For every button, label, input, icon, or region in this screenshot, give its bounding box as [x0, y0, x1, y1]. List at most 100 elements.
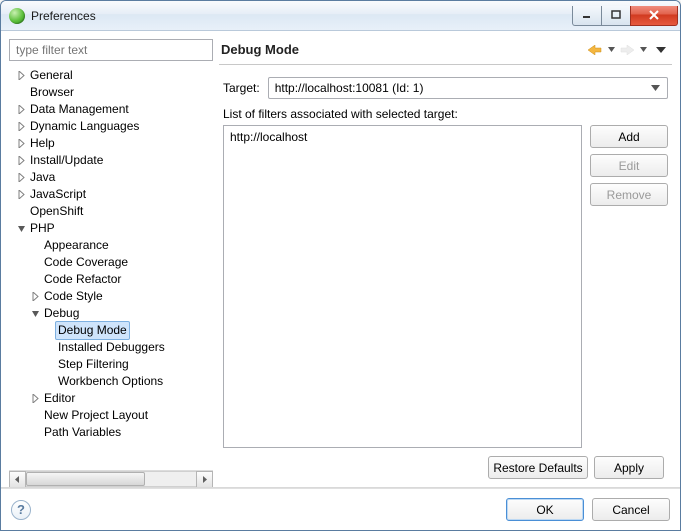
preferences-tree[interactable]: GeneralBrowserData ManagementDynamic Lan…: [9, 65, 213, 470]
minimize-button[interactable]: [572, 6, 602, 26]
tree-item[interactable]: Code Refactor: [9, 271, 213, 288]
tree-item-label: Dynamic Languages: [27, 118, 142, 135]
tree-item-label: Appearance: [41, 237, 112, 254]
filter-input[interactable]: [9, 39, 213, 61]
tree-item-label: Install/Update: [27, 152, 106, 169]
tree-item[interactable]: Appearance: [9, 237, 213, 254]
tree-item[interactable]: Install/Update: [9, 152, 213, 169]
tree-item[interactable]: PHP: [9, 220, 213, 237]
tree-item[interactable]: OpenShift: [9, 203, 213, 220]
edit-button[interactable]: Edit: [590, 154, 668, 177]
tree-item-label: OpenShift: [27, 203, 86, 220]
cancel-button[interactable]: Cancel: [592, 498, 670, 521]
tree-item[interactable]: Workbench Options: [9, 373, 213, 390]
tree-item-label: Code Style: [41, 288, 106, 305]
tree-item-label: Path Variables: [41, 424, 124, 441]
tree-item-label: New Project Layout: [41, 407, 151, 424]
scroll-right-button[interactable]: [196, 471, 213, 487]
tree-hscrollbar[interactable]: [9, 470, 213, 487]
remove-button[interactable]: Remove: [590, 183, 668, 206]
filters-zone: http://localhost Add Edit Remove: [223, 125, 668, 448]
tree-item[interactable]: Code Coverage: [9, 254, 213, 271]
left-pane: GeneralBrowserData ManagementDynamic Lan…: [9, 39, 213, 487]
back-icon[interactable]: [588, 43, 602, 57]
scroll-track[interactable]: [26, 471, 196, 487]
target-value: http://localhost:10081 (Id: 1): [275, 81, 424, 95]
page-header: Debug Mode: [219, 39, 672, 65]
tree-item-label: Debug Mode: [55, 321, 130, 340]
tree-item[interactable]: Browser: [9, 84, 213, 101]
view-menu-icon[interactable]: [654, 43, 668, 57]
twisty-open-icon[interactable]: [29, 308, 41, 320]
tree-item[interactable]: Debug Mode: [9, 322, 213, 339]
twisty-closed-icon[interactable]: [15, 104, 27, 116]
twisty-open-icon[interactable]: [15, 223, 27, 235]
twisty-closed-icon[interactable]: [15, 70, 27, 82]
twisty-closed-icon[interactable]: [15, 189, 27, 201]
twisty-closed-icon[interactable]: [15, 138, 27, 150]
tree-item-label: Workbench Options: [55, 373, 166, 390]
window-controls: [573, 6, 678, 26]
tree-item-label: Browser: [27, 84, 77, 101]
tree-item[interactable]: Installed Debuggers: [9, 339, 213, 356]
page-title: Debug Mode: [221, 42, 299, 57]
restore-defaults-button[interactable]: Restore Defaults: [488, 456, 588, 479]
tree-item[interactable]: General: [9, 67, 213, 84]
app-icon: [9, 8, 25, 24]
tree-item-label: Installed Debuggers: [55, 339, 168, 356]
twisty-closed-icon[interactable]: [15, 155, 27, 167]
tree-item[interactable]: Step Filtering: [9, 356, 213, 373]
forward-icon[interactable]: [620, 43, 634, 57]
chevron-down-icon: [647, 85, 663, 91]
tree-item[interactable]: Path Variables: [9, 424, 213, 441]
filters-buttons: Add Edit Remove: [590, 125, 668, 448]
tree-item-label: Code Coverage: [41, 254, 131, 271]
tree-item[interactable]: JavaScript: [9, 186, 213, 203]
tree-item[interactable]: Code Style: [9, 288, 213, 305]
target-label: Target:: [223, 81, 260, 95]
tree-item[interactable]: Java: [9, 169, 213, 186]
scroll-left-button[interactable]: [9, 471, 26, 487]
add-button[interactable]: Add: [590, 125, 668, 148]
filters-list[interactable]: http://localhost: [223, 125, 582, 448]
nav-arrows: [588, 43, 650, 57]
list-item[interactable]: http://localhost: [230, 130, 575, 146]
tree-item[interactable]: Help: [9, 135, 213, 152]
maximize-button[interactable]: [601, 6, 631, 26]
tree-item-label: General: [27, 67, 76, 84]
filters-label: List of filters associated with selected…: [223, 107, 668, 121]
twisty-closed-icon[interactable]: [15, 172, 27, 184]
back-dropdown-icon[interactable]: [604, 43, 618, 57]
page-footer-buttons: Restore Defaults Apply: [223, 448, 668, 487]
dialog-footer: ? OK Cancel: [1, 488, 680, 530]
apply-button[interactable]: Apply: [594, 456, 664, 479]
window-title: Preferences: [31, 9, 96, 23]
ok-button[interactable]: OK: [506, 498, 584, 521]
tree-item-label: Debug: [41, 305, 82, 322]
twisty-closed-icon[interactable]: [15, 121, 27, 133]
tree-item[interactable]: Debug: [9, 305, 213, 322]
tree-item-label: Step Filtering: [55, 356, 132, 373]
tree-item-label: Help: [27, 135, 58, 152]
target-select[interactable]: http://localhost:10081 (Id: 1): [268, 77, 668, 99]
form-area: Target: http://localhost:10081 (Id: 1) L…: [219, 65, 672, 487]
tree-item-label: Code Refactor: [41, 271, 124, 288]
target-row: Target: http://localhost:10081 (Id: 1): [223, 77, 668, 99]
close-button[interactable]: [630, 6, 678, 26]
tree-container: GeneralBrowserData ManagementDynamic Lan…: [9, 65, 213, 487]
twisty-closed-icon[interactable]: [29, 291, 41, 303]
help-icon[interactable]: ?: [11, 500, 31, 520]
tree-item-label: Data Management: [27, 101, 132, 118]
tree-item[interactable]: Data Management: [9, 101, 213, 118]
forward-dropdown-icon[interactable]: [636, 43, 650, 57]
tree-item-label: Java: [27, 169, 58, 186]
tree-item[interactable]: New Project Layout: [9, 407, 213, 424]
tree-item-label: PHP: [27, 220, 58, 237]
scroll-thumb[interactable]: [26, 472, 145, 486]
tree-item-label: Editor: [41, 390, 78, 407]
right-pane: Debug Mode: [219, 39, 672, 487]
tree-item[interactable]: Dynamic Languages: [9, 118, 213, 135]
tree-item[interactable]: Editor: [9, 390, 213, 407]
tree-item-label: JavaScript: [27, 186, 89, 203]
twisty-closed-icon[interactable]: [29, 393, 41, 405]
